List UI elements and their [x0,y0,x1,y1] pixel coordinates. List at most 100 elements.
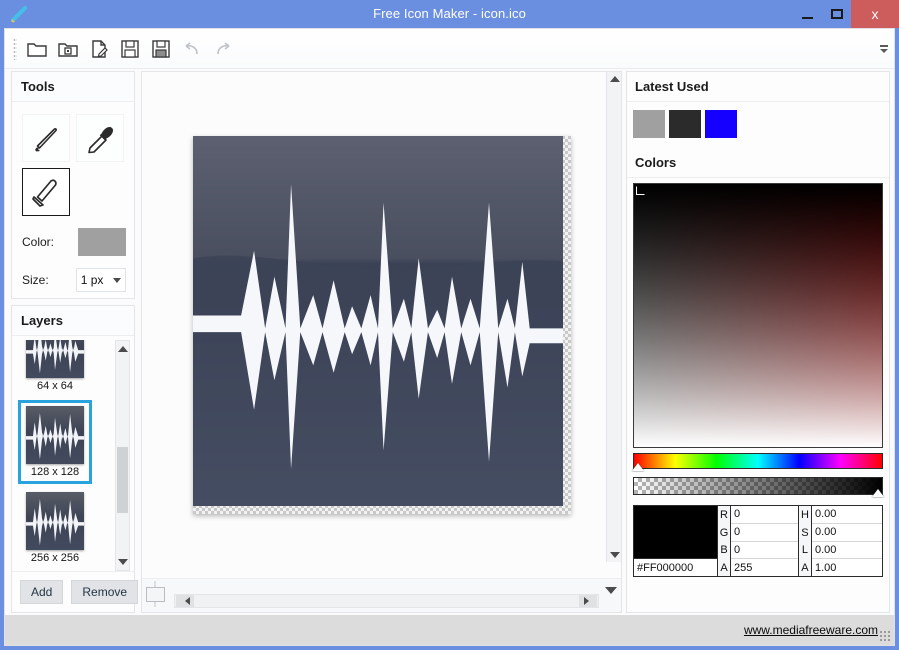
layer-thumbnail [26,406,84,464]
new-document-icon[interactable] [83,33,114,64]
h-label: H [799,506,812,524]
layer-thumbnail [26,340,84,378]
scroll-up-icon[interactable] [610,76,620,82]
scroll-left-button[interactable] [176,595,194,607]
l-value-input[interactable]: 0.00 [812,542,882,560]
minimize-button[interactable] [793,0,822,28]
color-picker-cursor[interactable] [636,186,645,195]
toolbar-drag-handle[interactable] [13,38,17,60]
alpha-slider[interactable] [633,477,883,495]
hue-slider[interactable] [633,453,883,469]
left-sidebar: Tools [5,69,135,615]
close-button[interactable]: x [851,0,899,28]
save-icon[interactable] [114,33,145,64]
layers-actions: Add Remove [12,571,134,612]
canvas-horizontal-scrollbar[interactable] [174,594,599,608]
window-controls: x [793,0,899,28]
tools-panel-title: Tools [12,72,134,102]
rgb-a-label: A [718,559,731,576]
b-label: B [718,542,731,560]
arrow-left-icon [185,597,190,605]
add-layer-button[interactable]: Add [20,580,63,604]
brush-tool[interactable] [22,114,70,162]
website-link[interactable]: www.mediafreeware.com [744,623,878,637]
hsl-a-value-input[interactable]: 1.00 [812,559,882,576]
zoom-slider-thumb[interactable] [146,587,165,602]
resize-grip[interactable] [879,630,891,642]
chevron-down-icon[interactable] [605,587,617,594]
save-as-icon[interactable] [145,33,176,64]
redo-icon[interactable] [207,33,238,64]
rgb-row-a: A 255 [718,559,798,576]
hue-slider-marker[interactable] [632,463,644,471]
canvas-bottom-bar [142,578,621,612]
eyedropper-tool[interactable] [76,114,124,162]
g-value-input[interactable]: 0 [731,524,798,542]
layers-list[interactable]: 64 x 64 128 x 128 [18,340,113,571]
rgb-a-value-input[interactable]: 255 [731,559,798,576]
r-value-input[interactable]: 0 [731,506,798,524]
scroll-down-icon[interactable] [118,559,128,565]
overflow-bar [880,45,888,47]
eraser-tool[interactable] [22,168,70,216]
s-value-input[interactable]: 0.00 [812,524,882,542]
undo-icon[interactable] [176,33,207,64]
scrollbar-thumb[interactable] [117,447,128,513]
s-label: S [799,524,812,542]
status-bar: www.mediafreeware.com [5,615,894,645]
color-values-table: #FF000000 R 0 G 0 [633,505,883,577]
h-value-input[interactable]: 0.00 [812,506,882,524]
colors-title: Colors [627,148,889,178]
hsl-row-s: S 0.00 [799,524,882,542]
open-image-icon[interactable] [52,33,83,64]
paintbrush-icon [6,1,32,27]
toolbar-overflow-button[interactable] [876,29,892,68]
rgb-fields: R 0 G 0 B 0 A [718,506,799,576]
hsl-row-a: A 1.00 [799,559,882,576]
hex-value-field[interactable]: #FF000000 [634,558,717,576]
latest-used-title: Latest Used [627,72,889,102]
recent-color-swatch-1[interactable] [633,110,665,138]
recent-color-swatch-3[interactable] [705,110,737,138]
scroll-down-icon[interactable] [610,552,620,558]
layers-panel: Layers [11,305,135,613]
color-label: Color: [22,235,78,249]
l-label: L [799,542,812,560]
scroll-up-icon[interactable] [118,346,128,352]
saturation-lightness-square[interactable] [633,183,883,448]
layer-caption: 64 x 64 [37,380,73,392]
latest-used-swatches [627,102,889,148]
list-item[interactable]: 64 x 64 [18,340,92,398]
tools-panel-body: Color: Size: 1 px [12,102,134,298]
color-preview-column: #FF000000 [634,506,718,576]
canvas-viewport[interactable] [142,72,621,578]
client-area: Tools [4,28,895,646]
alpha-slider-marker[interactable] [872,489,884,497]
chevron-down-icon [113,278,121,283]
scroll-right-button[interactable] [579,595,597,607]
tool-buttons-row-1 [20,108,126,162]
layers-scrollbar[interactable] [115,340,130,571]
hsl-row-l: L 0.00 [799,542,882,560]
maximize-button[interactable] [822,0,851,28]
list-item[interactable]: 256 x 256 [18,486,92,570]
color-preview-swatch [634,506,717,558]
open-folder-icon[interactable] [21,33,52,64]
list-item[interactable]: 128 x 128 [18,400,92,484]
remove-layer-button[interactable]: Remove [71,580,138,604]
layers-panel-body: 64 x 64 128 x 128 [12,336,134,571]
audio-waveform-icon[interactable] [193,136,571,514]
b-value-input[interactable]: 0 [731,542,798,560]
rgb-row-g: G 0 [718,524,798,542]
size-label: Size: [22,273,76,287]
title-bar: Free Icon Maker - icon.ico x [0,0,899,28]
brush-size-select[interactable]: 1 px [76,268,126,292]
tools-panel: Tools [11,71,135,299]
rgb-row-r: R 0 [718,506,798,524]
current-color-swatch[interactable] [78,228,126,256]
recent-color-swatch-2[interactable] [669,110,701,138]
main-content: Tools [5,69,894,615]
application-window: Free Icon Maker - icon.ico x [0,0,899,650]
canvas-inner [154,72,610,578]
canvas-vertical-scrollbar[interactable] [606,72,621,562]
